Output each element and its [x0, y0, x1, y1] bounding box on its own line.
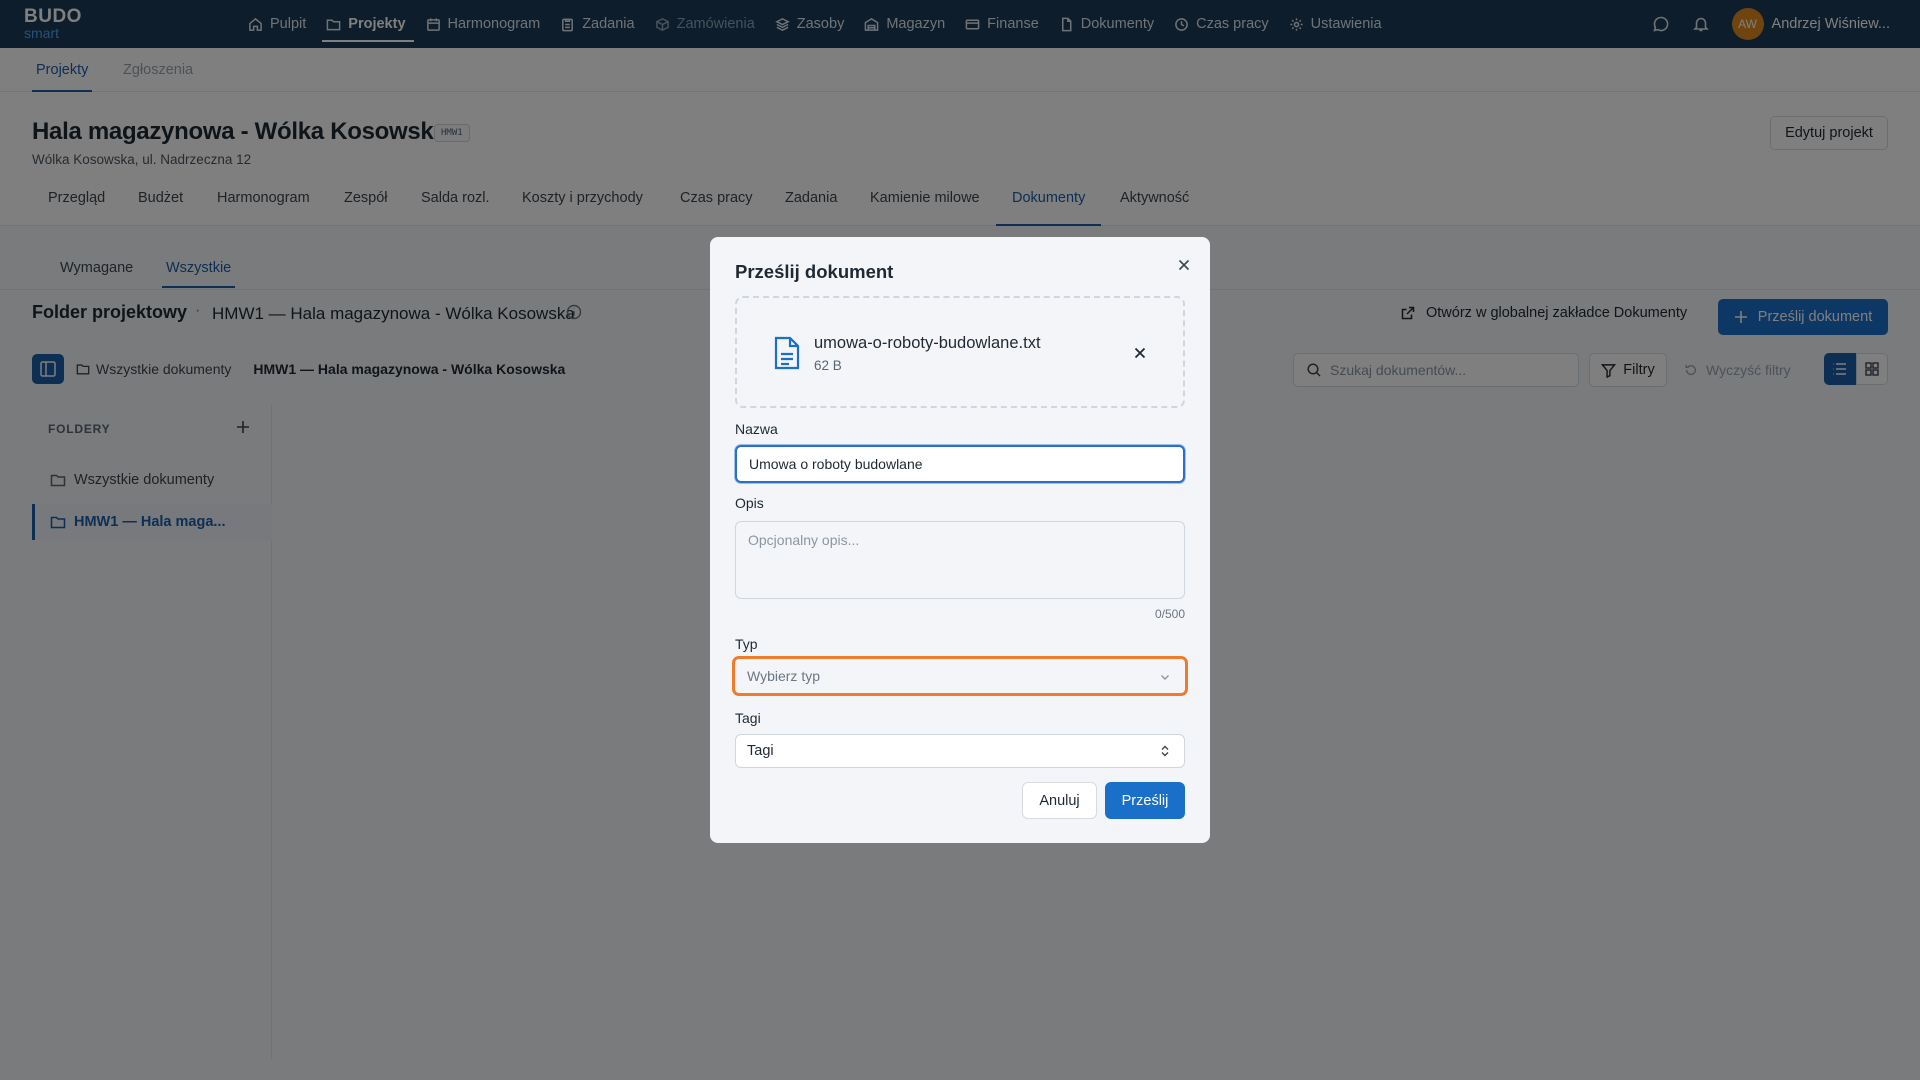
name-label: Nazwa: [735, 421, 778, 437]
submit-button[interactable]: Prześlij: [1105, 782, 1185, 819]
type-label: Typ: [735, 636, 758, 652]
file-dropzone[interactable]: umowa-o-roboty-budowlane.txt 62 B: [735, 296, 1185, 408]
selected-file-name: umowa-o-roboty-budowlane.txt: [814, 334, 1041, 352]
description-label: Opis: [735, 495, 764, 511]
chevron-up-down-icon: [1161, 745, 1169, 757]
selected-file-size: 62 B: [814, 358, 842, 373]
tags-value: Tagi: [747, 743, 774, 759]
dialog-title: Prześlij dokument: [735, 261, 894, 282]
name-field[interactable]: [735, 445, 1185, 483]
type-placeholder: Wybierz typ: [747, 668, 821, 684]
description-field[interactable]: [735, 521, 1185, 599]
remove-file-icon[interactable]: [1130, 343, 1150, 363]
chevron-down-icon: [1161, 675, 1169, 680]
upload-document-dialog: Prześlij dokument umowa-o-roboty-budowla…: [710, 237, 1210, 843]
type-select[interactable]: Wybierz typ: [732, 656, 1188, 696]
close-icon[interactable]: [1174, 255, 1194, 275]
document-icon: [774, 336, 800, 370]
tags-select[interactable]: Tagi: [735, 734, 1185, 768]
cancel-button[interactable]: Anuluj: [1022, 782, 1097, 819]
tags-label: Tagi: [735, 710, 761, 726]
description-counter: 0/500: [1154, 607, 1185, 621]
